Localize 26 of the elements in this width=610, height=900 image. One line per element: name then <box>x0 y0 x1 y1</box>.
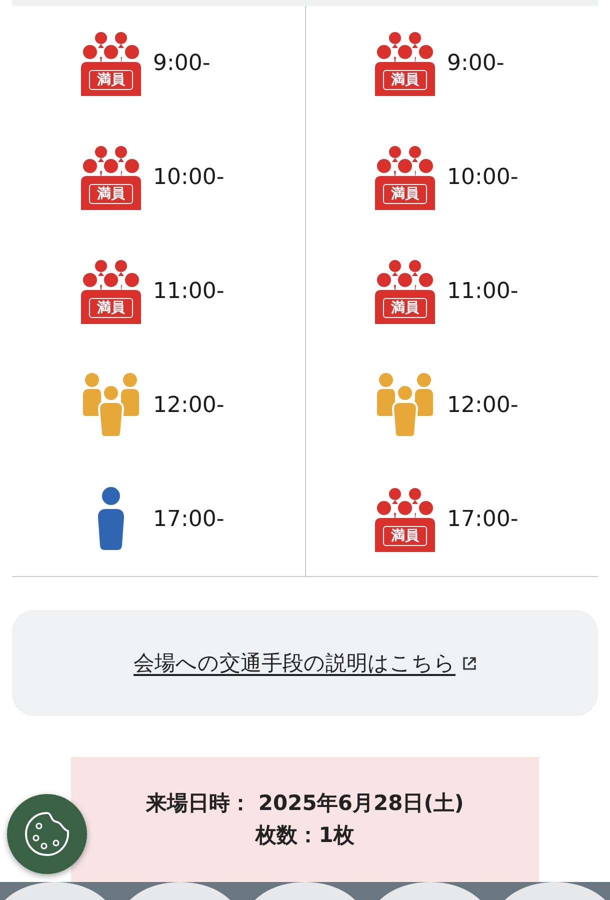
time-slot-label: 17:00- <box>447 506 518 532</box>
time-slot-label: 11:00- <box>153 278 224 304</box>
full-badge: 満員 <box>89 184 133 204</box>
access-info-link[interactable]: 会場への交通手段の説明はこちら <box>134 649 456 677</box>
cookie-settings-button[interactable] <box>7 794 87 874</box>
full-badge: 満員 <box>383 298 427 318</box>
full-badge: 満員 <box>383 526 427 546</box>
time-slot-label: 10:00- <box>153 164 224 190</box>
time-slot-label: 12:00- <box>153 392 224 418</box>
summary-line: 来場日時： 2025年6月28日(土) <box>146 790 464 817</box>
time-slot-label: 9:00- <box>447 50 504 76</box>
time-slot-label: 9:00- <box>153 50 210 76</box>
full-badge: 満員 <box>383 184 427 204</box>
time-slot-label: 11:00- <box>447 278 518 304</box>
full-badge: 満員 <box>383 70 427 90</box>
cookie-icon <box>22 809 72 859</box>
full-badge: 満員 <box>89 70 133 90</box>
group-icon <box>375 373 435 437</box>
summary-line: 枚数：1枚 <box>256 822 354 849</box>
group-icon <box>81 373 141 437</box>
full-badge: 満員 <box>89 298 133 318</box>
person-icon <box>97 487 125 551</box>
time-slot-label: 12:00- <box>447 392 518 418</box>
time-slot-label: 10:00- <box>447 164 518 190</box>
time-slot-label: 17:00- <box>153 506 224 532</box>
external-link-icon <box>462 656 476 670</box>
